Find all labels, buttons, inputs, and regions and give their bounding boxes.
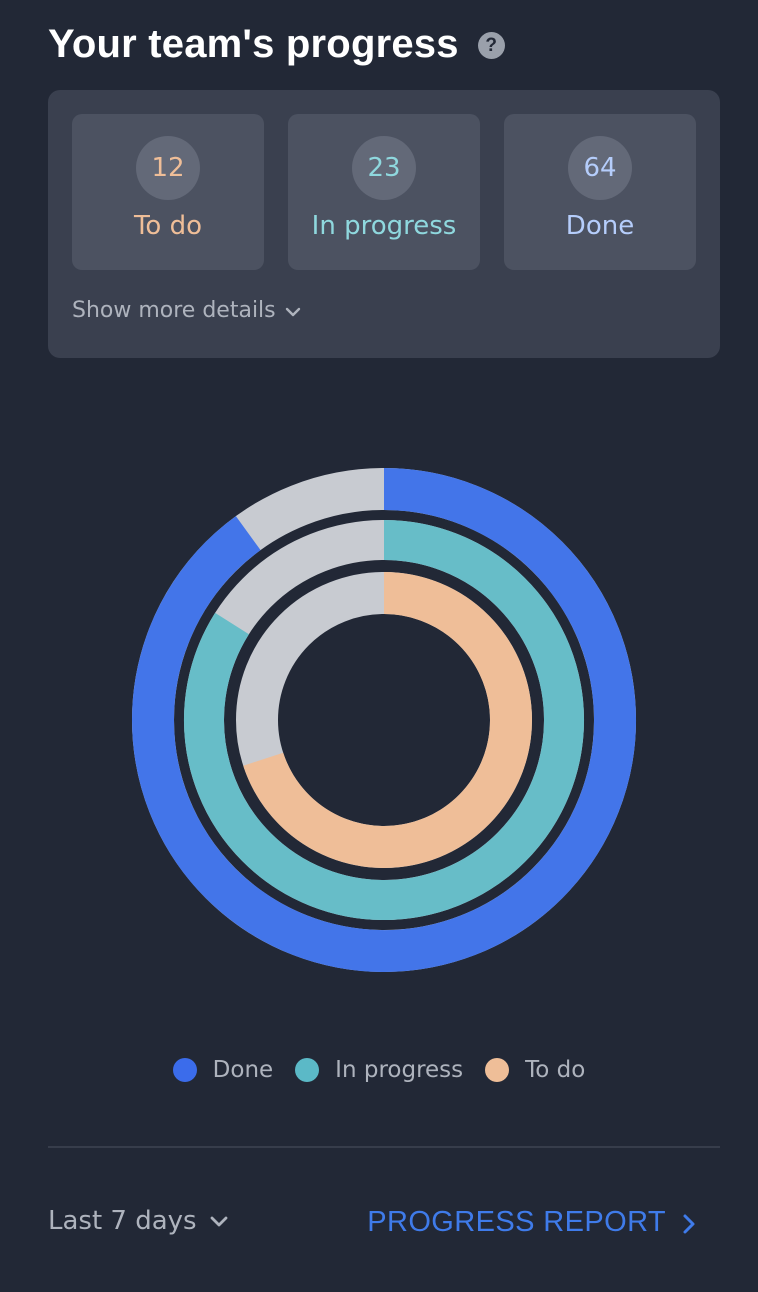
legend-dot-todo [485,1058,510,1082]
legend-dot-done [172,1058,197,1082]
todo-count: 12 [136,136,200,200]
todo-card[interactable]: 12 To do [72,114,264,270]
chevron-down-icon [285,307,300,316]
progress-ring-chart [132,468,636,972]
progress-report-label: PROGRESS REPORT [367,1206,666,1238]
progress-report-link[interactable]: PROGRESS REPORT [367,1206,696,1239]
todo-label: To do [133,211,203,241]
legend-dot-in-progress [295,1058,320,1082]
in-progress-count: 23 [352,136,416,200]
chevron-down-icon [210,1216,228,1227]
date-range-label: Last 7 days [48,1206,197,1236]
question-circle-icon[interactable]: ? [477,32,505,59]
header: Your team's progress ? [48,22,505,67]
chevron-right-icon [683,1214,695,1233]
done-label: Done [565,211,635,241]
divider [48,1146,720,1148]
show-more-details-button[interactable]: Show more details [72,298,301,323]
legend-label-done: Done [212,1057,274,1083]
legend-item-todo: To do [485,1057,585,1083]
done-count: 64 [568,136,632,200]
show-more-details-label: Show more details [72,298,276,323]
date-range-select[interactable]: Last 7 days [48,1206,229,1236]
in-progress-label: In progress [311,211,457,241]
legend-item-done: Done [172,1057,274,1083]
chart-legend: Done In progress To do [0,1057,758,1083]
summary-panel: 12 To do 23 In progress 64 Done Show mor… [48,90,720,358]
legend-item-in-progress: In progress [295,1057,463,1083]
done-card[interactable]: 64 Done [504,114,696,270]
in-progress-card[interactable]: 23 In progress [288,114,480,270]
legend-label-in-progress: In progress [335,1057,464,1083]
legend-label-todo: To do [525,1057,586,1083]
page-title: Your team's progress [48,22,459,66]
